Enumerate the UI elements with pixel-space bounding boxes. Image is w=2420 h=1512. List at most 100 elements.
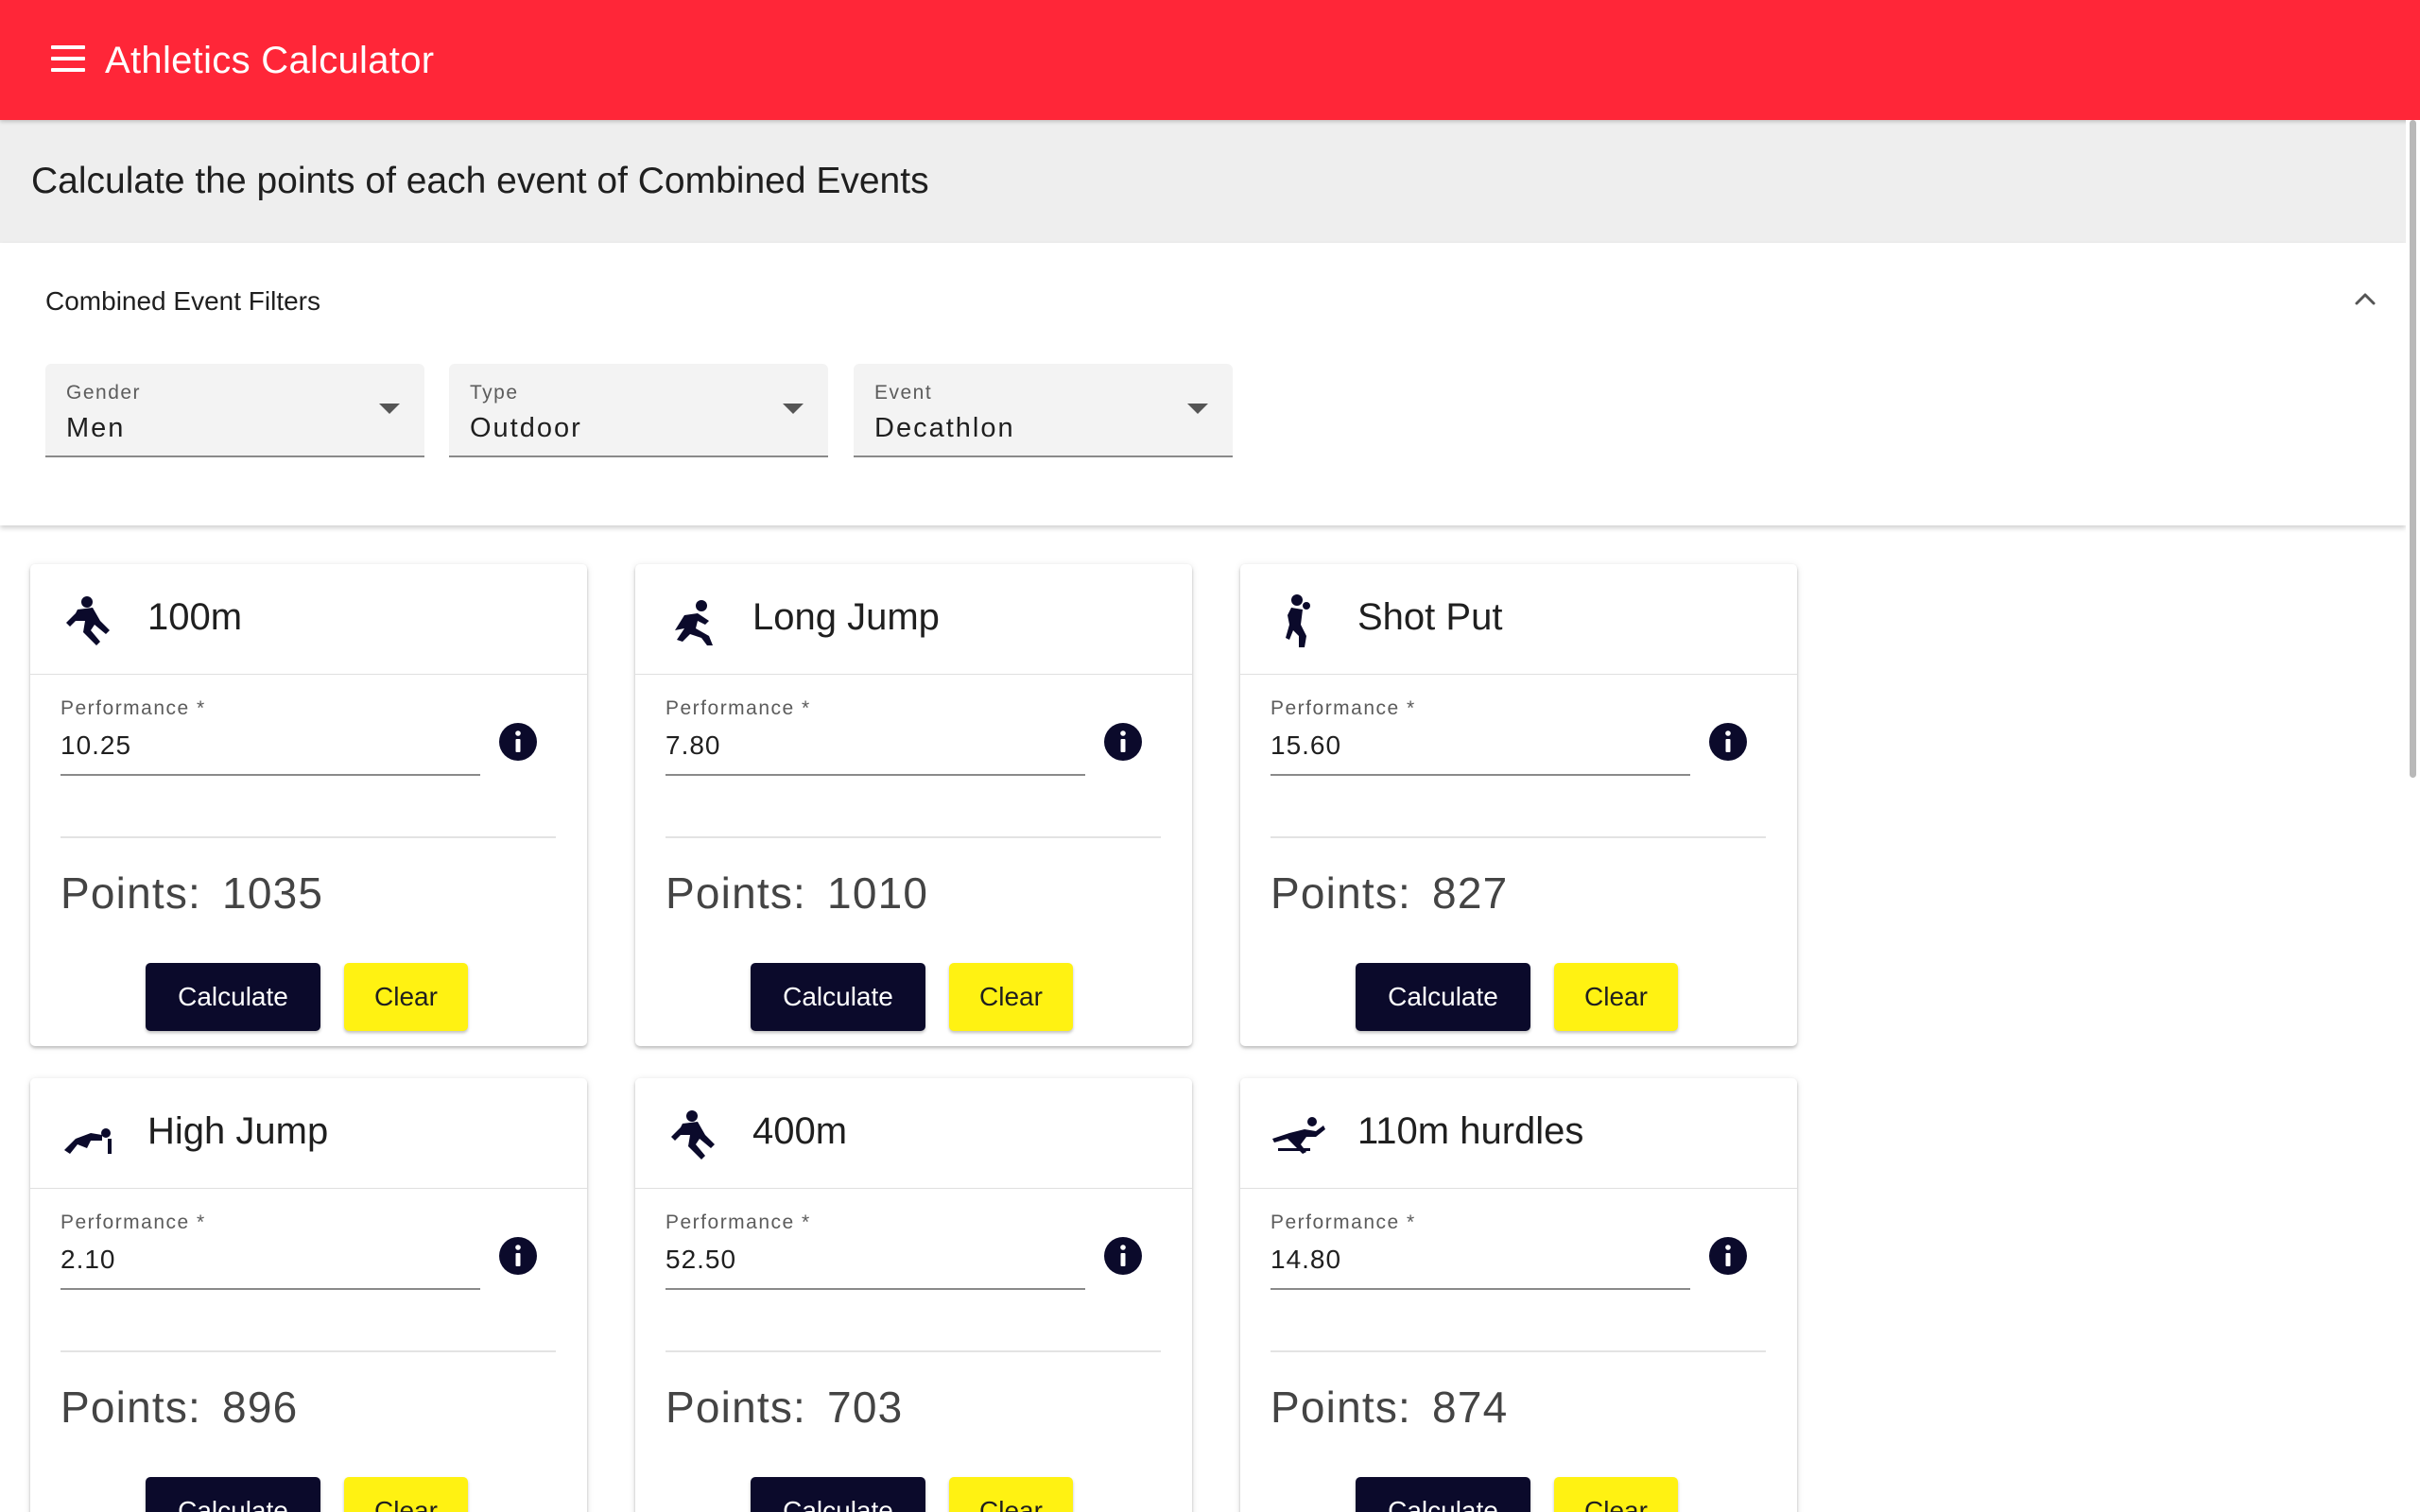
card-title: 110m hurdles	[1357, 1110, 1584, 1152]
card-header: 110m hurdles	[1240, 1078, 1797, 1189]
event-select-value: Decathlon	[874, 413, 1015, 443]
gender-select[interactable]: Gender Men	[45, 364, 424, 457]
points-label: Points:	[1270, 1383, 1412, 1432]
chevron-up-icon[interactable]	[2350, 284, 2380, 315]
filters-title: Combined Event Filters	[45, 286, 321, 316]
points-display: Points: 1035	[60, 865, 323, 921]
performance-label: Performance *	[1270, 697, 1416, 719]
points-label: Points:	[60, 868, 202, 918]
dropdown-arrow-icon	[783, 404, 804, 414]
performance-input[interactable]: Performance * 14.80	[1270, 1211, 1690, 1290]
event-card-100m: 100m Performance * 10.25 Points: 1035 Ca…	[30, 564, 587, 1046]
performance-input[interactable]: Performance * 15.60	[1270, 696, 1690, 776]
high-jumper-icon	[64, 1128, 112, 1154]
sprinter-icon	[66, 596, 110, 645]
clear-button[interactable]: Clear	[344, 963, 468, 1031]
points-value: 827	[1432, 868, 1509, 918]
performance-label: Performance *	[666, 697, 811, 719]
dropdown-arrow-icon	[379, 404, 400, 414]
performance-value: 15.60	[1270, 730, 1342, 760]
app-bar: Athletics Calculator	[0, 0, 2420, 120]
points-value: 896	[222, 1383, 299, 1432]
calculate-button[interactable]: Calculate	[146, 1477, 320, 1512]
points-display: Points: 874	[1270, 1379, 1508, 1435]
card-divider	[666, 836, 1161, 838]
event-select-label: Event	[874, 382, 933, 404]
performance-input[interactable]: Performance * 2.10	[60, 1211, 480, 1290]
clear-button[interactable]: Clear	[1554, 963, 1678, 1031]
performance-label: Performance *	[60, 697, 206, 719]
calculate-button[interactable]: Calculate	[146, 963, 320, 1031]
points-label: Points:	[1270, 868, 1412, 918]
page-title: Calculate the points of each event of Co…	[31, 161, 929, 201]
info-icon[interactable]	[499, 1237, 537, 1275]
points-display: Points: 703	[666, 1379, 903, 1435]
type-select[interactable]: Type Outdoor	[449, 364, 828, 457]
performance-input[interactable]: Performance * 7.80	[666, 696, 1085, 776]
page-scrollbar[interactable]	[2406, 120, 2420, 1512]
scrollbar-thumb[interactable]	[2410, 120, 2416, 778]
performance-value: 10.25	[60, 730, 132, 760]
clear-button[interactable]: Clear	[1554, 1477, 1678, 1512]
card-divider	[60, 1350, 556, 1352]
card-header: Long Jump	[635, 564, 1192, 675]
gender-select-value: Men	[66, 413, 126, 443]
card-title: 100m	[147, 596, 243, 638]
event-card-high-jump: High Jump Performance * 2.10 Points: 896…	[30, 1078, 587, 1512]
performance-label: Performance *	[666, 1211, 811, 1233]
calculate-button[interactable]: Calculate	[751, 963, 925, 1031]
combined-event-filters-panel: Combined Event Filters Gender Men Type O…	[0, 243, 2406, 525]
card-header: 100m	[30, 564, 587, 675]
menu-icon[interactable]	[49, 45, 87, 76]
long-jumper-icon	[675, 600, 713, 645]
calculate-button[interactable]: Calculate	[1356, 963, 1530, 1031]
performance-input[interactable]: Performance * 10.25	[60, 696, 480, 776]
points-display: Points: 827	[1270, 865, 1508, 921]
card-divider	[1270, 836, 1766, 838]
performance-label: Performance *	[60, 1211, 206, 1233]
card-title: High Jump	[147, 1110, 329, 1152]
points-label: Points:	[666, 1383, 807, 1432]
clear-button[interactable]: Clear	[344, 1477, 468, 1512]
event-select[interactable]: Event Decathlon	[854, 364, 1233, 457]
app-viewport: Athletics Calculator Calculate the point…	[0, 0, 2420, 1512]
info-icon[interactable]	[1709, 1237, 1747, 1275]
gender-select-label: Gender	[66, 382, 142, 404]
points-display: Points: 1010	[666, 865, 928, 921]
info-icon[interactable]	[1104, 723, 1142, 761]
page-header: Calculate the points of each event of Co…	[0, 120, 2406, 243]
points-value: 1035	[222, 868, 324, 918]
hurdler-icon	[1272, 1117, 1325, 1154]
card-divider	[666, 1350, 1161, 1352]
clear-button[interactable]: Clear	[949, 963, 1073, 1031]
event-card-shot-put: Shot Put Performance * 15.60 Points: 827…	[1240, 564, 1797, 1046]
type-select-value: Outdoor	[470, 413, 582, 443]
clear-button[interactable]: Clear	[949, 1477, 1073, 1512]
dropdown-arrow-icon	[1187, 404, 1208, 414]
calculate-button[interactable]: Calculate	[751, 1477, 925, 1512]
performance-value: 52.50	[666, 1245, 737, 1274]
points-label: Points:	[666, 868, 807, 918]
points-label: Points:	[60, 1383, 202, 1432]
shot-putter-icon	[1286, 594, 1310, 647]
card-divider	[60, 836, 556, 838]
points-value: 874	[1432, 1383, 1509, 1432]
type-select-label: Type	[470, 382, 519, 404]
points-value: 1010	[827, 868, 929, 918]
card-title: 400m	[752, 1110, 848, 1152]
info-icon[interactable]	[1104, 1237, 1142, 1275]
performance-value: 7.80	[666, 730, 721, 760]
performance-input[interactable]: Performance * 52.50	[666, 1211, 1085, 1290]
calculate-button[interactable]: Calculate	[1356, 1477, 1530, 1512]
points-value: 703	[827, 1383, 904, 1432]
card-title: Shot Put	[1357, 596, 1503, 638]
performance-value: 2.10	[60, 1245, 116, 1274]
points-display: Points: 896	[60, 1379, 298, 1435]
performance-value: 14.80	[1270, 1245, 1342, 1274]
card-title: Long Jump	[752, 596, 940, 638]
card-header: 400m	[635, 1078, 1192, 1189]
info-icon[interactable]	[499, 723, 537, 761]
performance-label: Performance *	[1270, 1211, 1416, 1233]
card-header: Shot Put	[1240, 564, 1797, 675]
info-icon[interactable]	[1709, 723, 1747, 761]
